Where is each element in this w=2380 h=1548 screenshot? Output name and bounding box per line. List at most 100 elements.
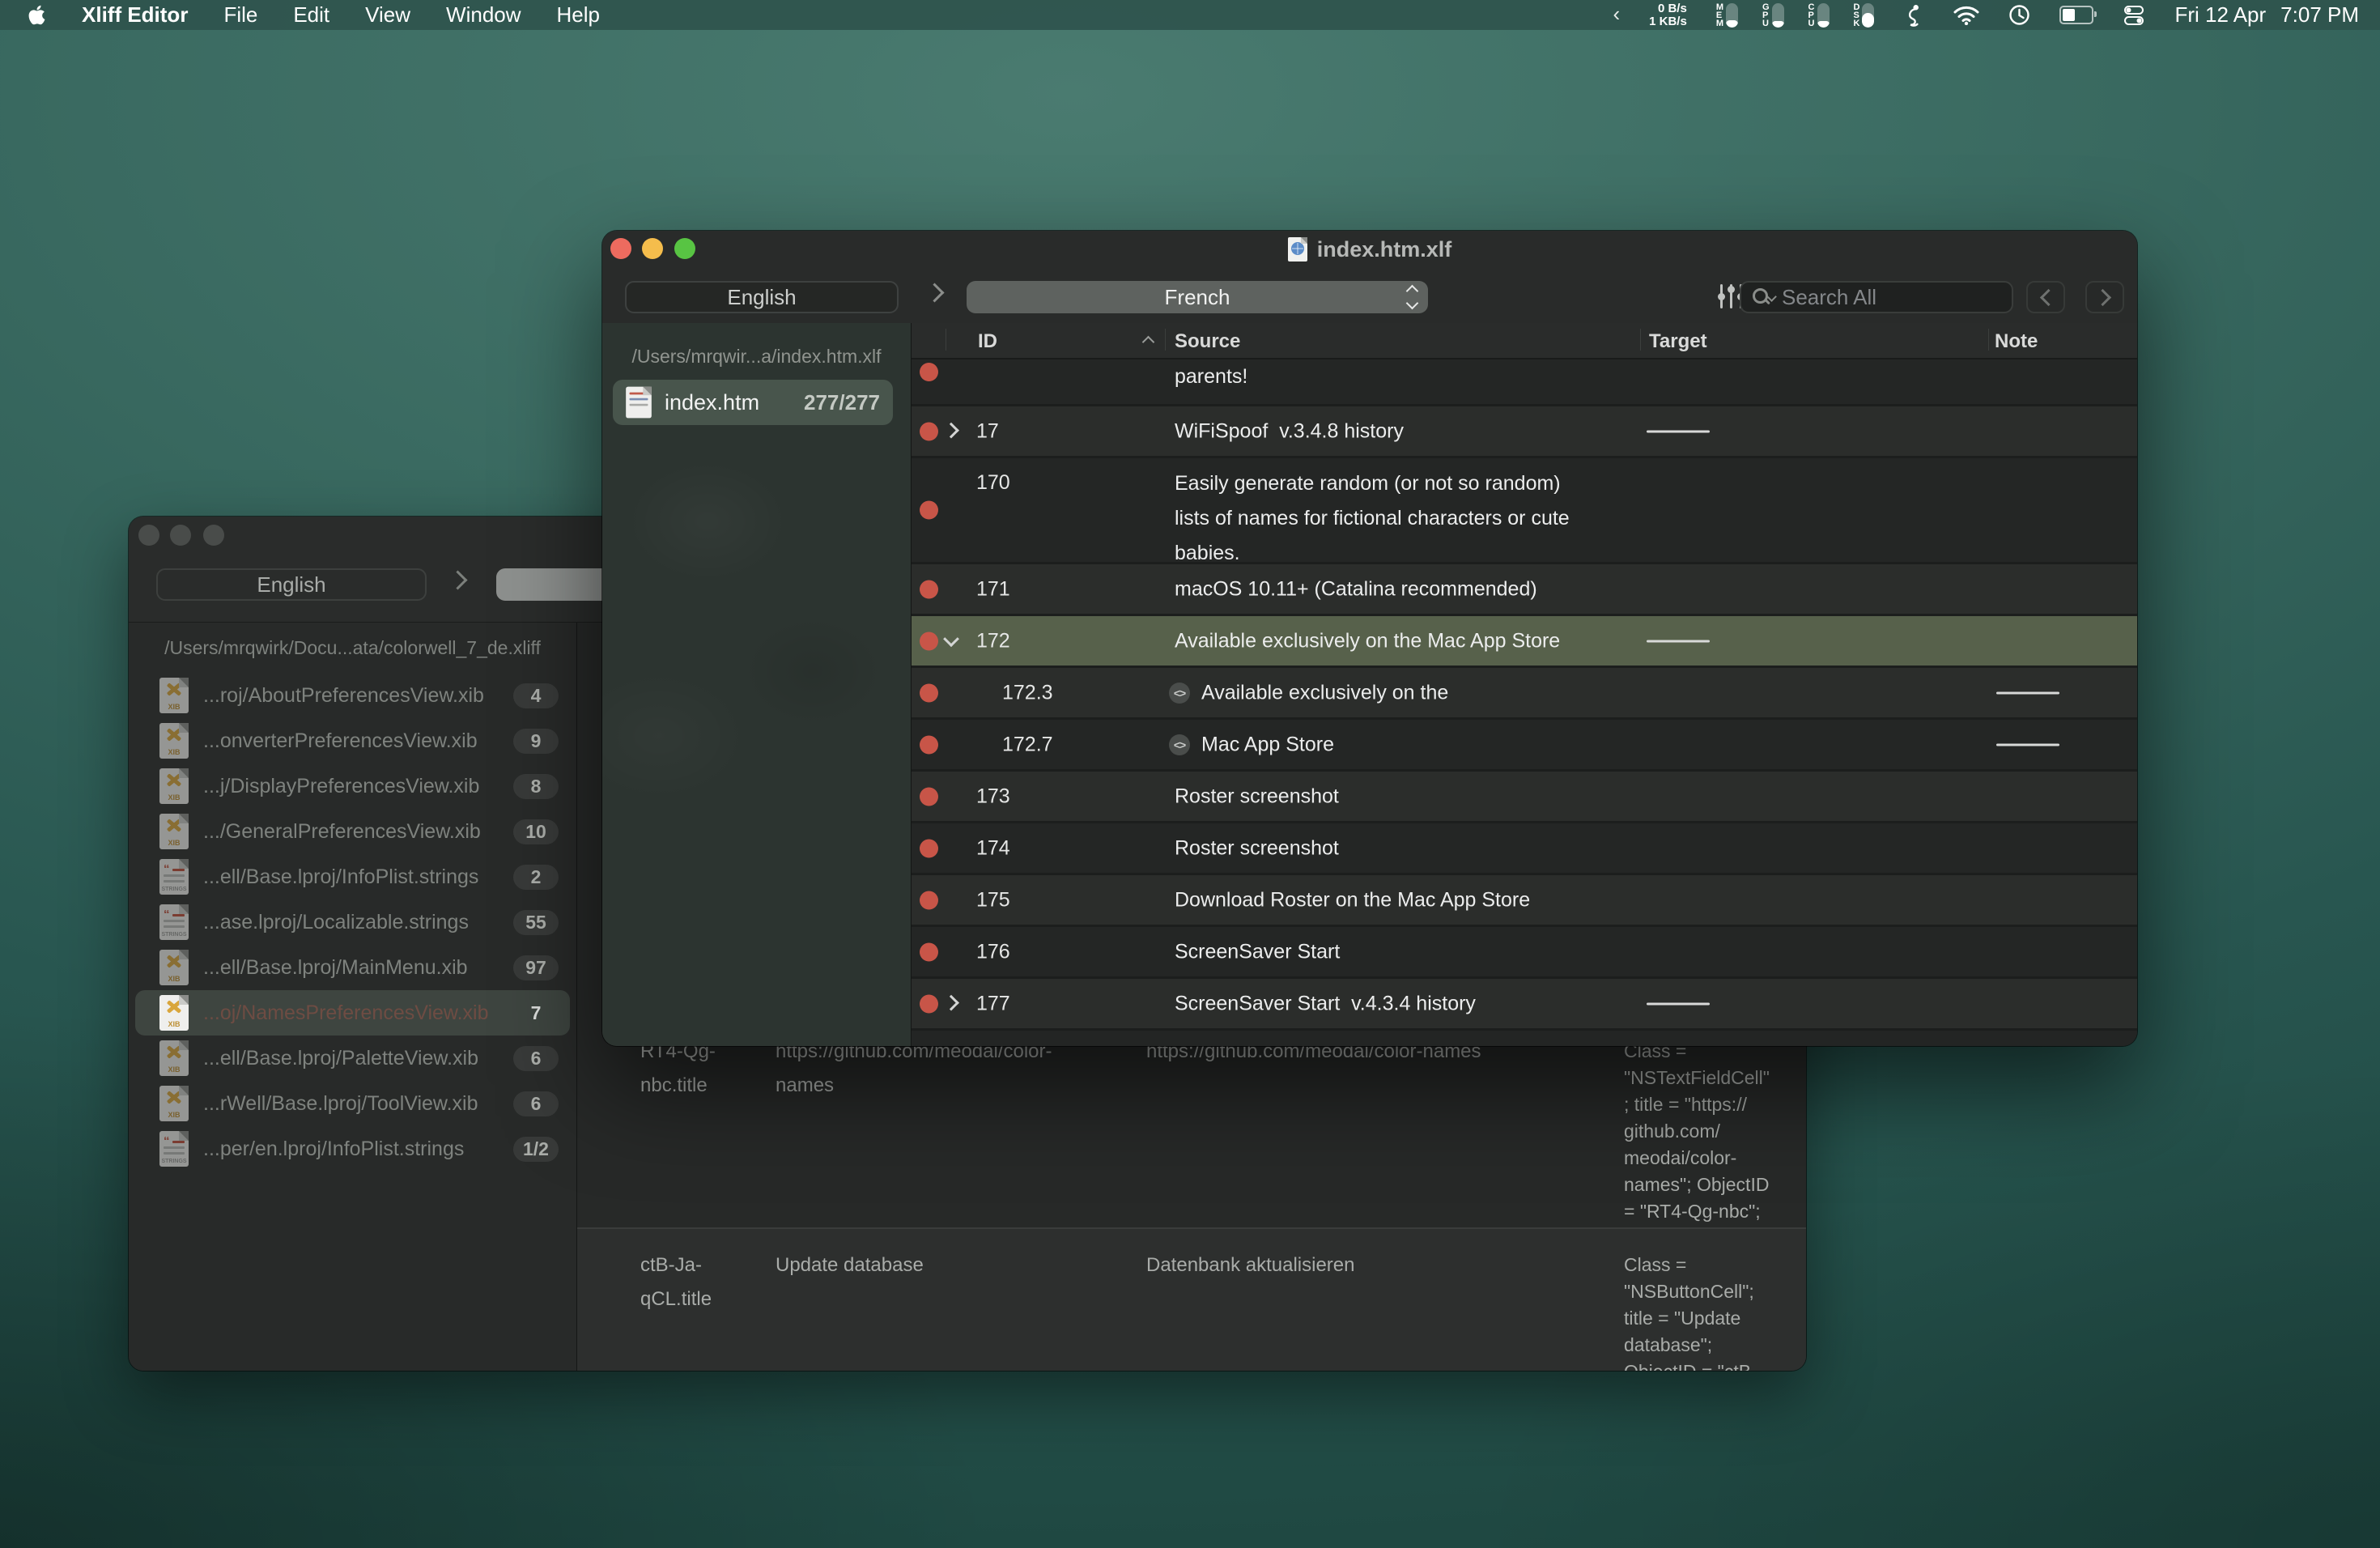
row-source-text: WiFiSpoof v.3.4.8 history (1175, 414, 1632, 449)
apple-menu-icon[interactable] (28, 4, 46, 26)
translation-row[interactable]: 172.3<>Available exclusively on the (912, 668, 2137, 720)
time-machine-icon[interactable] (2008, 4, 2030, 26)
row-source-text: Available exclusively on the Mac App Sto… (1175, 623, 1632, 658)
stat-bar-icon (1772, 3, 1784, 28)
row-source-text: ScreenSaver Start v.4.3.4 history (1175, 986, 1632, 1021)
row-id: 172.7 (1002, 733, 1053, 756)
translation-row[interactable]: 177 ScreenSaver Start v.4.3.4 history (912, 979, 2137, 1031)
status-dot-icon (920, 942, 938, 961)
file-count-badge: 55 (513, 910, 559, 935)
row-id: 175 (976, 888, 1010, 912)
file-name: ...ell/Base.lproj/MainMenu.xib (203, 956, 513, 980)
file-list-item[interactable]: XIB.../GeneralPreferencesView.xib10 (135, 809, 570, 854)
menubar-menu-help[interactable]: Help (557, 2, 600, 28)
chevron-down-icon[interactable] (943, 631, 959, 647)
status-dot-icon (920, 632, 938, 650)
next-button[interactable] (2085, 281, 2124, 313)
chevron-right-icon[interactable] (943, 422, 959, 438)
status-dot-icon (920, 683, 938, 702)
wifi-icon[interactable] (1953, 6, 1979, 25)
column-header-target[interactable]: Target (1649, 323, 1707, 359)
row-id: 171 (976, 577, 1010, 601)
menubar-menu-window[interactable]: Window (446, 2, 521, 28)
stat-gauge-dsk[interactable]: DSK (1854, 3, 1875, 28)
translation-row[interactable]: parents! (912, 359, 2137, 406)
file-list-item[interactable]: “STRINGS...ase.lproj/Localizable.strings… (135, 899, 570, 945)
file-list-item[interactable]: “STRINGS...ell/Base.lproj/InfoPlist.stri… (135, 854, 570, 899)
battery-icon[interactable] (2059, 6, 2093, 24)
file-list-item[interactable]: XIB ...oj/NamesPreferencesView.xib7 (135, 990, 570, 1036)
translation-row-selected[interactable]: 172Available exclusively on the Mac App … (912, 616, 2137, 668)
popup-chevrons-icon (1408, 287, 1417, 308)
language-arrow-icon (928, 286, 941, 304)
stat-bar-icon (1726, 3, 1738, 28)
source-language-button[interactable]: English (156, 568, 427, 601)
source-language-button[interactable]: English (625, 281, 899, 313)
file-count-badge: 97 (513, 955, 559, 980)
close-button[interactable] (138, 525, 159, 546)
chevron-left-icon[interactable]: ‹ (1613, 2, 1620, 27)
network-throughput[interactable]: 0 B/s1 KB/s (1649, 2, 1687, 28)
file-list-item[interactable]: XIB...roj/AboutPreferencesView.xib4 (135, 673, 570, 718)
translation-row[interactable]: 173Roster screenshot (912, 772, 2137, 823)
window-title: index.htm.xlf (1317, 237, 1452, 262)
menubar-date[interactable]: Fri 12 Apr (2174, 2, 2266, 28)
stat-gauge-mem[interactable]: MEM (1716, 3, 1738, 28)
control-center-icon[interactable] (2123, 5, 2145, 26)
xib-document-icon: XIB (159, 1086, 189, 1121)
file-list-item[interactable]: XIB...onverterPreferencesView.xib9 (135, 718, 570, 763)
file-name: ...per/en.lproj/InfoPlist.strings (203, 1138, 513, 1161)
file-list-item[interactable]: XIB...ell/Base.lproj/PaletteView.xib6 (135, 1036, 570, 1081)
menubar-app-name[interactable]: Xliff Editor (82, 2, 188, 28)
seahorse-icon[interactable] (1903, 3, 1924, 28)
stat-label: GPU (1762, 3, 1770, 28)
column-header-source[interactable]: Source (1175, 323, 1240, 359)
sidebar-file-item-selected[interactable]: index.htm 277/277 (613, 380, 893, 425)
row-source-text: parents! (1175, 359, 1632, 394)
translation-row[interactable]: 170Easily generate random (or not so ran… (912, 458, 2137, 564)
translation-row[interactable]: 172.7<>Mac App Store (912, 720, 2137, 772)
fg-file-path: /Users/mrqwir...a/index.htm.xlf (602, 346, 911, 368)
translation-row[interactable]: 17WiFiSpoof v.3.4.8 history (912, 406, 2137, 458)
translation-row[interactable]: 176ScreenSaver Start (912, 927, 2137, 979)
translation-row[interactable]: 171macOS 10.11+ (Catalina recommended) (912, 564, 2137, 616)
row-id: 177 (976, 992, 1010, 1015)
index-htm-xlf-window[interactable]: index.htm.xlf English French Search All … (602, 231, 2137, 1046)
file-list-item[interactable]: XIB...ell/Base.lproj/MainMenu.xib97 (135, 945, 570, 990)
search-field[interactable]: Search All (1740, 281, 2013, 313)
translation-row[interactable]: 175Download Roster on the Mac App Store (912, 875, 2137, 927)
xlf-document-icon (1288, 237, 1307, 262)
minimize-button[interactable] (170, 525, 191, 546)
strings-document-icon: “STRINGS (159, 904, 189, 940)
bg-row-id: ctB-Ja- qCL.title (640, 1248, 762, 1316)
menubar-clock[interactable]: 7:07 PM (2280, 2, 2359, 28)
target-language-popup[interactable]: French (967, 281, 1428, 313)
file-name: ...oj/NamesPreferencesView.xib (203, 1002, 513, 1025)
stat-gauge-cpu[interactable]: CPU (1808, 3, 1830, 28)
file-list-item[interactable]: “STRINGS...per/en.lproj/InfoPlist.string… (135, 1126, 570, 1172)
file-name: ...roj/AboutPreferencesView.xib (203, 684, 513, 708)
file-name: ...rWell/Base.lproj/ToolView.xib (203, 1092, 513, 1116)
xib-document-icon: XIB (159, 1040, 189, 1076)
file-name: .../GeneralPreferencesView.xib (203, 820, 513, 844)
file-list-item[interactable]: XIB...rWell/Base.lproj/ToolView.xib6 (135, 1081, 570, 1126)
menubar-menu-view[interactable]: View (365, 2, 410, 28)
stat-gauge-gpu[interactable]: GPU (1762, 3, 1784, 28)
status-dot-icon (920, 994, 938, 1013)
column-header-note[interactable]: Note (1995, 323, 2038, 359)
row-id: 173 (976, 785, 1010, 808)
column-header-id[interactable]: ID (978, 323, 997, 359)
previous-button[interactable] (2026, 281, 2065, 313)
file-name: ...ell/Base.lproj/InfoPlist.strings (203, 865, 513, 889)
xib-document-icon: XIB (159, 995, 189, 1031)
file-count-badge: 7 (513, 1001, 559, 1026)
menubar-menu-file[interactable]: File (223, 2, 257, 28)
menubar-menu-edit[interactable]: Edit (293, 2, 329, 28)
zoom-button[interactable] (203, 525, 224, 546)
file-name: ...ell/Base.lproj/PaletteView.xib (203, 1047, 513, 1070)
chevron-right-icon[interactable] (943, 994, 959, 1010)
translation-row[interactable]: 174Roster screenshot (912, 823, 2137, 875)
stat-label: CPU (1808, 3, 1815, 28)
file-list-item[interactable]: XIB...j/DisplayPreferencesView.xib8 (135, 763, 570, 809)
stat-bar-icon (1817, 3, 1830, 28)
